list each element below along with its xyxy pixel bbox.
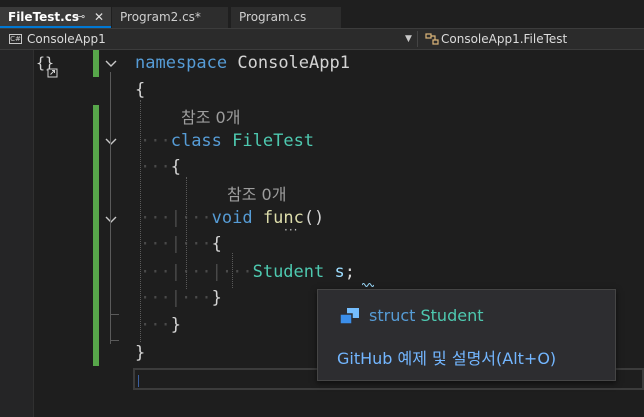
- changed-lines-bar: [93, 50, 99, 77]
- code-line-brace: }: [135, 341, 145, 365]
- parentheses: (): [303, 208, 325, 228]
- class-name: FileTest: [232, 131, 315, 151]
- code-line-brace: ···{: [140, 155, 181, 179]
- open-brace: {: [170, 157, 181, 177]
- scope-icon[interactable]: { }: [36, 54, 62, 78]
- tab-program2[interactable]: Program2.cs*: [112, 7, 228, 28]
- struct-icon: [339, 308, 359, 325]
- svg-text:{: {: [36, 54, 45, 72]
- close-icon[interactable]: ✕: [94, 7, 104, 27]
- whitespace-dots: ···: [140, 131, 171, 151]
- fold-chevron-icon[interactable]: [104, 214, 118, 226]
- struct-type-name[interactable]: Student: [421, 306, 484, 325]
- tab-program[interactable]: Program.cs: [231, 7, 341, 28]
- struct-keyword: struct: [369, 306, 416, 325]
- whitespace-dots: ···|···: [140, 234, 212, 254]
- code-line-brace: ···}: [140, 313, 181, 337]
- whitespace-dots: ···|···: [140, 288, 212, 308]
- warning-squiggle: [362, 283, 374, 287]
- type-name[interactable]: Student: [253, 262, 325, 282]
- close-brace: }: [211, 288, 222, 308]
- changed-lines-bar: [93, 105, 99, 366]
- whitespace-dots: ···|···: [140, 208, 212, 228]
- open-brace: {: [211, 234, 222, 254]
- outline-end-tick: [110, 340, 119, 341]
- tab-label: Program2.cs*: [120, 10, 201, 24]
- codelens-references[interactable]: 참조 0개: [181, 104, 240, 128]
- variable-name[interactable]: s: [335, 262, 345, 282]
- suggestion-dots[interactable]: ···: [284, 223, 298, 237]
- csharp-project-icon: C#: [9, 34, 22, 44]
- whitespace-dots: ···|···|···: [140, 262, 253, 282]
- outline-end-tick: [110, 314, 119, 315]
- indicator-margin: [0, 50, 33, 417]
- semicolon: ;: [344, 262, 355, 282]
- tab-label: FileTest.cs: [8, 10, 79, 24]
- navigation-bar: C# ConsoleApp1 ▼ ConsoleApp1.FileTest: [0, 28, 644, 50]
- fold-chevron-icon[interactable]: [104, 58, 118, 70]
- codelens-references[interactable]: 참조 0개: [227, 181, 286, 205]
- close-brace: }: [170, 315, 181, 335]
- keyword: namespace: [135, 53, 228, 73]
- fold-chevron-icon[interactable]: [104, 136, 118, 148]
- whitespace-dots: ···: [140, 157, 171, 177]
- whitespace-dots: ···: [140, 315, 171, 335]
- code-line-brace: ···|···{: [140, 232, 222, 256]
- class-icon: [425, 33, 439, 45]
- chevron-down-icon[interactable]: ▼: [405, 29, 412, 49]
- tab-filetest[interactable]: FileTest.cs ⊸ ✕: [0, 7, 111, 28]
- github-examples-link[interactable]: GitHub 예제 및 설명서(Alt+O): [337, 348, 556, 370]
- class-dropdown[interactable]: ConsoleApp1.FileTest: [441, 29, 567, 49]
- project-dropdown[interactable]: ConsoleApp1: [27, 29, 106, 49]
- pin-icon[interactable]: ⊸: [76, 7, 85, 27]
- code-line-class: ···class FileTest: [140, 129, 314, 153]
- code-line-namespace: namespace ConsoleApp1: [135, 51, 350, 75]
- code-line-brace: {: [135, 78, 145, 102]
- tab-label: Program.cs: [239, 10, 307, 24]
- code-line-declaration: ···|···|···Student s;: [140, 260, 355, 284]
- margin-divider: [33, 50, 34, 417]
- text-caret: [138, 375, 139, 387]
- keyword: class: [170, 131, 222, 151]
- code-line-brace: ···|···}: [140, 286, 222, 310]
- navbar-divider: [417, 31, 418, 47]
- quick-info-tooltip: struct Student GitHub 예제 및 설명서(Alt+O): [317, 289, 616, 381]
- outline-line: [110, 72, 111, 344]
- close-brace: }: [135, 343, 146, 363]
- namespace-name: ConsoleApp1: [237, 53, 350, 73]
- keyword: void: [211, 208, 253, 228]
- document-tab-bar: FileTest.cs ⊸ ✕ Program2.cs* Program.cs: [0, 0, 644, 28]
- quick-info-signature: struct Student: [369, 305, 483, 327]
- open-brace: {: [135, 80, 146, 100]
